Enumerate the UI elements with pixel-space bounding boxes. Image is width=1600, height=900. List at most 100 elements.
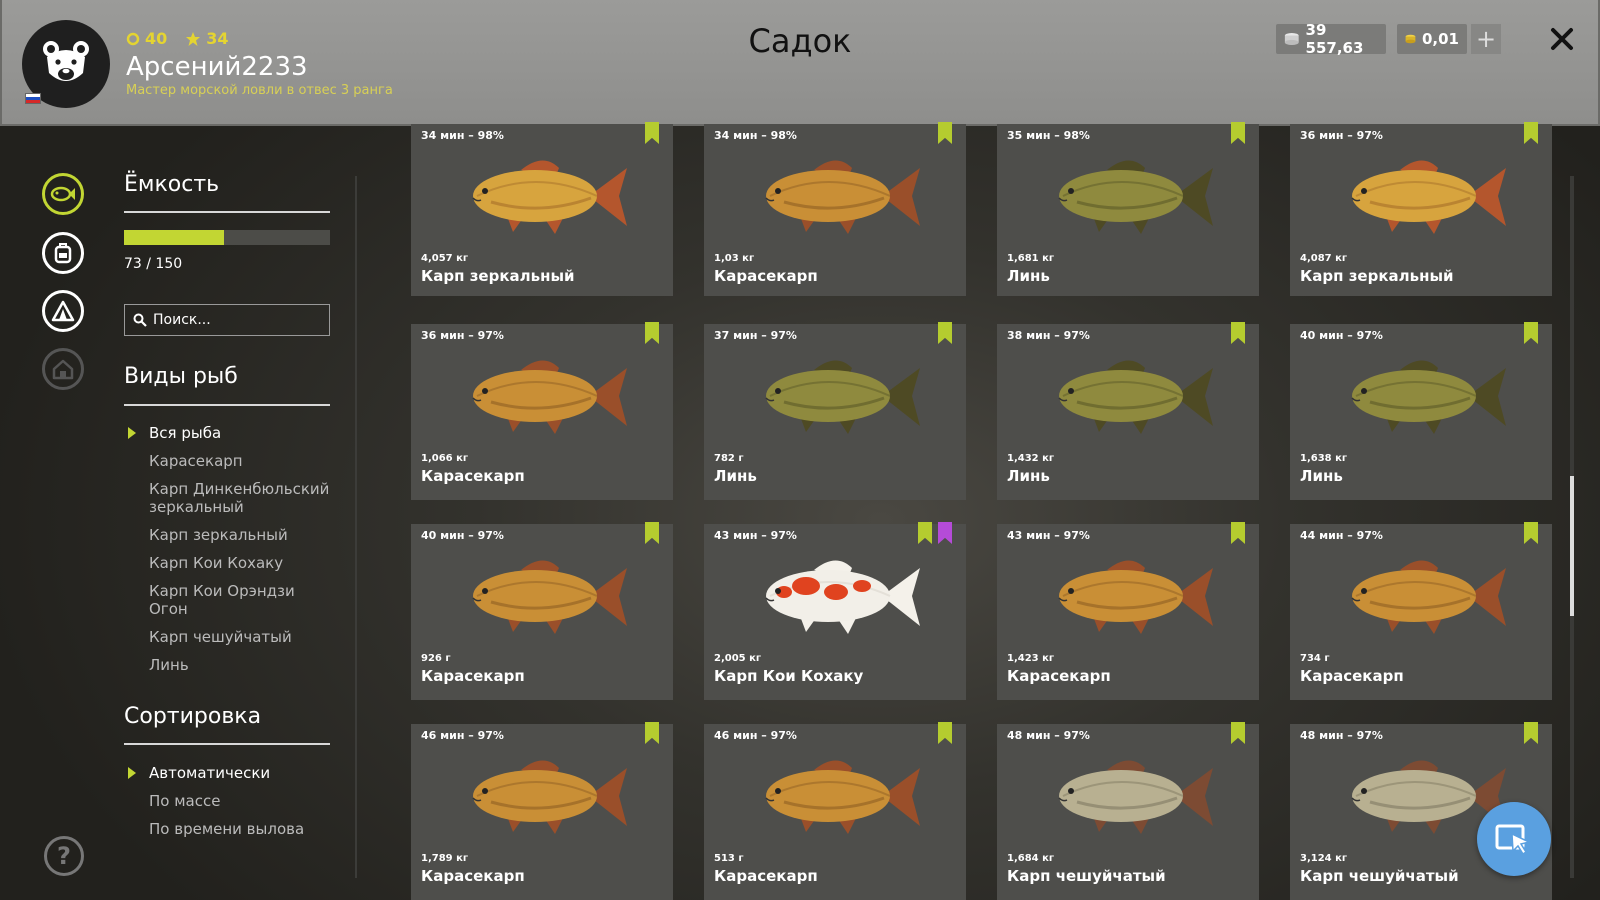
search-input[interactable] [153,312,323,328]
catch-time: 43 мин – 97% [714,529,797,542]
catch-time: 44 мин – 97% [1300,529,1383,542]
nav-keepnet[interactable] [42,173,84,215]
bookmark-icon[interactable] [938,322,952,344]
divider [124,743,330,745]
sort-option-label: По времени вылова [149,820,305,838]
fish-card[interactable]: 37 мин – 97% 782 г Линь [704,322,966,500]
species-option-label: Линь [149,656,189,674]
add-currency-button[interactable]: + [1471,24,1501,54]
cursor-icon [1495,824,1532,856]
species-option-label: Карп чешуйчатый [149,628,292,646]
fish-icon [50,186,75,202]
divider [124,404,330,406]
catch-time: 40 мин – 97% [421,529,504,542]
fish-illustration [1058,360,1213,434]
fish-illustration [1058,760,1213,834]
fish-name: Линь [714,467,757,485]
fish-card[interactable]: 46 мин – 97% 1,789 кг Карасекарп [411,722,673,900]
fish-card[interactable]: 35 мин – 98% 1,681 кг Линь [997,122,1259,296]
bookmark-icon[interactable] [1231,522,1245,544]
fish-card[interactable]: 34 мин – 98% 1,03 кг Карасекарп [704,122,966,296]
bookmark-icon[interactable] [1524,722,1538,744]
bookmark-icon[interactable] [918,522,932,544]
bookmark-icon[interactable] [645,122,659,144]
fish-card[interactable]: 40 мин – 97% 926 г Карасекарп [411,522,673,700]
catch-time: 34 мин – 98% [714,129,797,142]
fish-name: Линь [1007,267,1050,285]
search-box[interactable] [124,304,330,336]
sort-option-0[interactable]: Автоматически [128,764,334,782]
sidebar-scrollbar[interactable] [355,176,357,878]
fish-name: Карасекарп [1007,667,1111,685]
fish-name: Карп зеркальный [421,267,575,285]
fish-card[interactable]: 46 мин – 97% 513 г Карасекарп [704,722,966,900]
fish-illustration [472,160,627,234]
fish-name: Карасекарп [421,667,525,685]
bookmark-icon[interactable] [645,322,659,344]
fish-weight: 734 г [1300,653,1330,664]
catch-time: 48 мин – 97% [1300,729,1383,742]
fish-card[interactable]: 43 мин – 97% 2,005 кг Карп Кои Кохаку [704,522,966,700]
fish-card[interactable]: 48 мин – 97% 1,684 кг Карп чешуйчатый [997,722,1259,900]
sort-option-label: Автоматически [149,764,271,782]
fish-card[interactable]: 36 мин – 97% 4,087 кг Карп зеркальный [1290,122,1552,296]
fish-card[interactable]: 40 мин – 97% 1,638 кг Линь [1290,322,1552,500]
fish-card[interactable]: 44 мин – 97% 734 г Карасекарп [1290,522,1552,700]
fish-card[interactable]: 34 мин – 98% 4,057 кг Карп зеркальный [411,122,673,296]
bookmark-icon[interactable] [938,722,952,744]
capacity-bar-fill [124,230,225,245]
fish-name: Карасекарп [1300,667,1404,685]
home-icon [52,359,74,380]
species-option-5[interactable]: Карп Кои Орэндзи Огон [149,582,334,618]
tent-icon [51,300,75,322]
bookmark-icon[interactable] [1524,122,1538,144]
fish-weight: 782 г [714,453,744,464]
species-option-1[interactable]: Карасекарп [149,452,334,470]
bookmark-icon[interactable] [1524,322,1538,344]
species-option-6[interactable]: Карп чешуйчатый [149,628,334,646]
species-option-4[interactable]: Карп Кои Кохаку [149,554,334,572]
nav-camp[interactable] [42,290,84,332]
top-bar: 40 34 Арсений2233 Мастер морской ловли в… [0,0,1600,126]
species-title: Виды рыб [124,364,238,389]
sort-option-1[interactable]: По массе [149,792,334,810]
gold-amount: 0,01 [1421,30,1459,48]
bookmark-icon[interactable] [645,522,659,544]
catch-time: 36 мин – 97% [1300,129,1383,142]
fish-illustration [765,360,920,434]
grid-scrollbar-thumb[interactable] [1570,476,1574,616]
species-option-2[interactable]: Карп Динкенбюльский зеркальный [149,480,334,516]
catch-time: 35 мин – 98% [1007,129,1090,142]
fish-weight: 1,423 кг [1007,653,1055,664]
cursor-mode-button[interactable] [1477,802,1551,876]
bookmark-icon[interactable] [1231,722,1245,744]
fish-card[interactable]: 36 мин – 97% 1,066 кг Карасекарп [411,322,673,500]
nav-home[interactable] [42,348,84,390]
backpack-icon [54,243,72,264]
species-option-0[interactable]: Вся рыба [128,424,334,442]
fish-card[interactable]: 43 мин – 97% 1,423 кг Карасекарп [997,522,1259,700]
catch-time: 36 мин – 97% [421,329,504,342]
bookmark-icon[interactable] [1231,122,1245,144]
fish-name: Карасекарп [421,467,525,485]
fish-weight: 1,638 кг [1300,453,1348,464]
fish-illustration [1351,360,1506,434]
species-option-7[interactable]: Линь [149,656,334,674]
bookmark-icon[interactable] [645,722,659,744]
bookmark-icon[interactable] [1524,522,1538,544]
help-button[interactable]: ? [44,836,84,876]
grid-scrollbar[interactable] [1570,176,1574,878]
sort-option-2[interactable]: По времени вылова [149,820,334,838]
catch-time: 46 мин – 97% [714,729,797,742]
fish-card[interactable]: 38 мин – 97% 1,432 кг Линь [997,322,1259,500]
fish-illustration [1058,160,1213,234]
close-button[interactable] [1545,22,1579,56]
fish-weight: 4,087 кг [1300,253,1348,264]
nav-backpack[interactable] [42,232,84,274]
bookmark-icon[interactable] [938,122,952,144]
fish-weight: 1,681 кг [1007,253,1055,264]
trophy-bookmark-icon [938,522,952,544]
catch-time: 34 мин – 98% [421,129,504,142]
species-option-3[interactable]: Карп зеркальный [149,526,334,544]
bookmark-icon[interactable] [1231,322,1245,344]
